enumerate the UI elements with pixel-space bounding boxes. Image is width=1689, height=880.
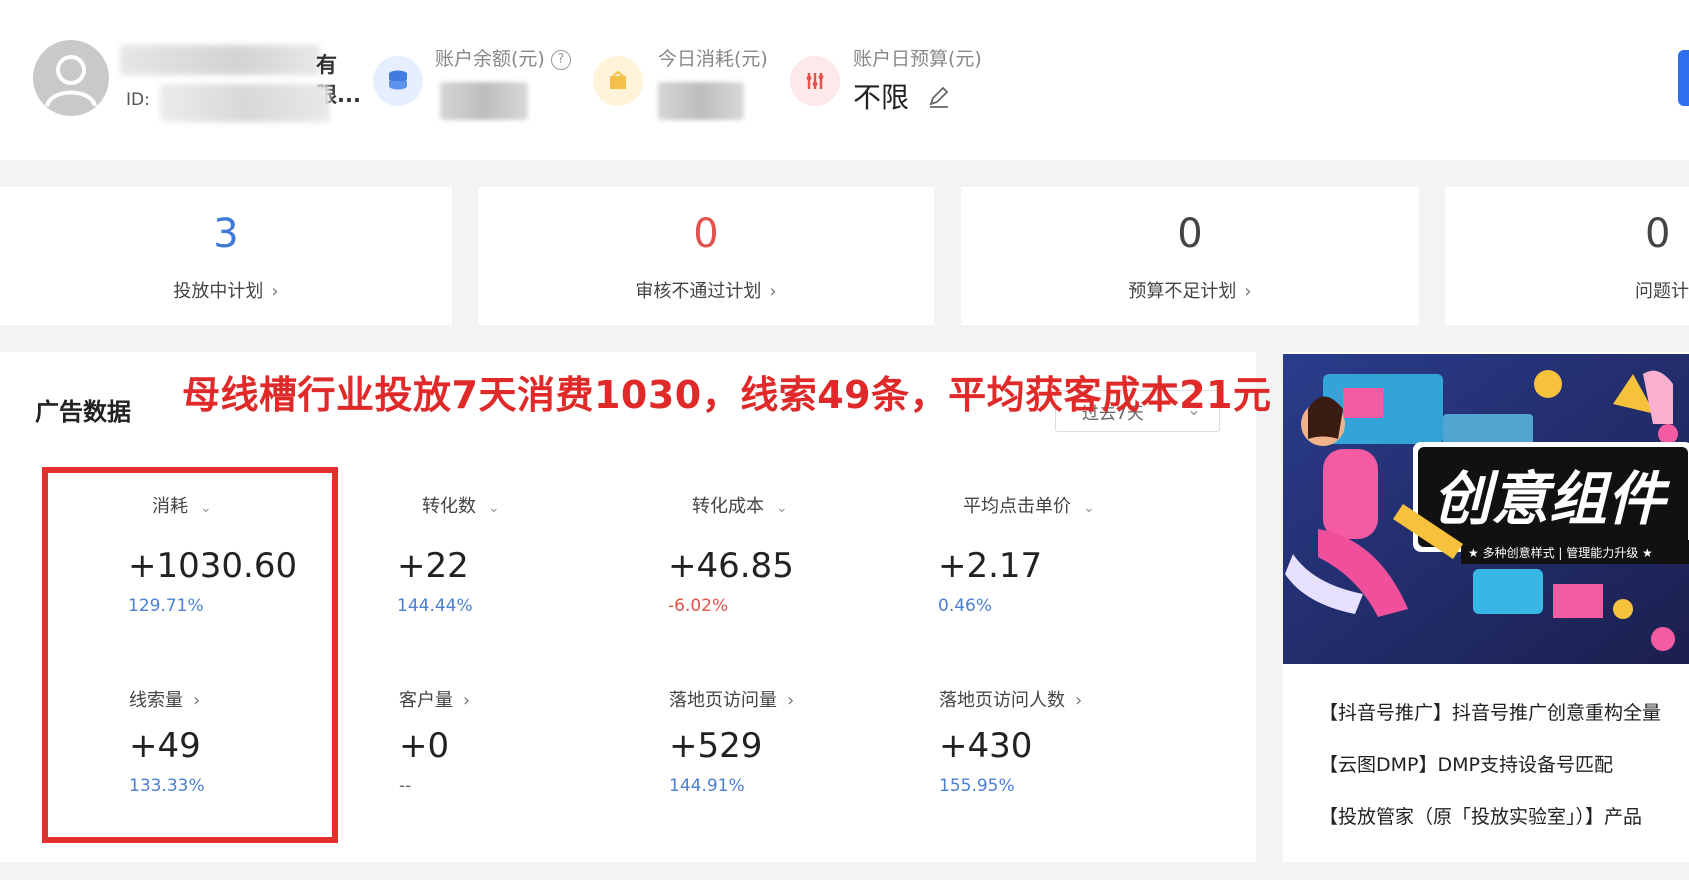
- redacted-today-spend: [658, 82, 744, 120]
- chevron-down-icon[interactable]: ⌄: [488, 500, 500, 516]
- avatar[interactable]: [33, 40, 109, 116]
- summary-label: 审核不通过计划 ›: [635, 281, 777, 302]
- metric-landing-visitors[interactable]: 落地页访问人数 › +430 155.95%: [939, 686, 1082, 796]
- user-avatar-icon: [45, 55, 97, 107]
- metric-change: 155.95%: [939, 776, 1015, 796]
- redacted-balance: [440, 82, 528, 120]
- daily-budget-label: 账户日预算(元): [853, 48, 982, 70]
- annotation-overlay: 母线槽行业投放7天消费1030，线索49条，平均获客成本21元: [182, 373, 1272, 417]
- chevron-right-icon: ›: [769, 281, 777, 302]
- wallet-icon: [593, 56, 643, 106]
- announcement-panel: 创意组件 ★ 多种创意样式 | 管理能力升级 ★ 【抖音号推广】抖音号推广创意重…: [1283, 352, 1689, 862]
- chevron-right-icon: ›: [463, 690, 471, 711]
- metric-avg-cpc-figures: +2.17 0.46%: [938, 532, 1042, 616]
- help-icon[interactable]: ?: [550, 50, 571, 70]
- metric-value: +2.17: [938, 546, 1043, 586]
- news-item[interactable]: 【投放管家（原「投放实验室」）】产品: [1319, 802, 1642, 829]
- account-id-label: ID:: [126, 90, 150, 110]
- metric-conversions-figures: +22 144.44%: [397, 532, 473, 616]
- promo-illustration: 创意组件 ★ 多种创意样式 | 管理能力升级 ★: [1283, 354, 1689, 664]
- summary-count: 0: [1645, 211, 1671, 257]
- metric-conversions[interactable]: 转化数 ⌄: [422, 492, 500, 518]
- metric-avg-cpc[interactable]: 平均点击单价 ⌄: [963, 492, 1095, 518]
- today-spend-label: 今日消耗(元): [658, 48, 768, 70]
- metric-change: 144.91%: [669, 776, 745, 796]
- news-item[interactable]: 【抖音号推广】抖音号推广创意重构全量: [1319, 698, 1661, 725]
- summary-label: 预算不足计划 ›: [1128, 281, 1252, 302]
- metric-change: 144.44%: [397, 596, 473, 616]
- chevron-right-icon: ›: [271, 281, 279, 302]
- summary-card-rejected-plans[interactable]: 0 审核不通过计划 ›: [478, 187, 934, 325]
- metric-landing-visits[interactable]: 落地页访问量 › +529 144.91%: [669, 686, 794, 796]
- panel-title: 广告数据: [35, 398, 131, 426]
- promo-banner[interactable]: 创意组件 ★ 多种创意样式 | 管理能力升级 ★: [1283, 354, 1689, 664]
- budget-icon: [790, 56, 840, 106]
- news-item[interactable]: 【云图DMP】DMP支持设备号匹配: [1319, 750, 1613, 777]
- summary-count: 0: [1177, 211, 1203, 257]
- summary-count: 0: [693, 211, 719, 257]
- database-icon: [373, 56, 423, 106]
- account-name: 有限...: [120, 45, 366, 107]
- highlight-box: [42, 467, 338, 843]
- banner-subtitle-text: ★ 多种创意样式 | 管理能力升级 ★: [1468, 545, 1653, 560]
- account-header: 有限... ID: 账户余额(元)? 今日消耗(元) 账户日预算(元) 不限: [0, 0, 1689, 160]
- ad-data-panel: 广告数据 过去7天 ⌄ 母线槽行业投放7天消费1030，线索49条，平均获客成本…: [0, 352, 1271, 862]
- metric-label: 转化成本 ⌄: [692, 496, 788, 517]
- metric-value: +0: [399, 726, 450, 766]
- metric-label: 转化数 ⌄: [422, 496, 500, 517]
- metric-conversion-cost-figures: +46.85 -6.02%: [668, 532, 794, 616]
- metric-change: 0.46%: [938, 596, 993, 616]
- metric-change: -6.02%: [668, 596, 729, 616]
- chevron-right-icon: ›: [787, 690, 795, 711]
- summary-card-active-plans[interactable]: 3 投放中计划 ›: [0, 187, 452, 325]
- chevron-right-icon: ›: [1075, 690, 1083, 711]
- edit-icon[interactable]: [926, 84, 952, 110]
- metric-label: 落地页访问人数 ›: [939, 690, 1083, 711]
- redacted-id: [160, 84, 330, 122]
- balance-label: 账户余额(元)?: [435, 44, 571, 71]
- summary-label: 投放中计划 ›: [173, 281, 279, 302]
- metric-value: +46.85: [668, 546, 794, 586]
- metric-value: +22: [397, 546, 469, 586]
- chevron-down-icon[interactable]: ⌄: [776, 500, 788, 516]
- redacted-name: [120, 45, 320, 75]
- metric-label: 落地页访问量 ›: [669, 690, 795, 711]
- metric-value: +430: [939, 726, 1033, 766]
- metric-value: +529: [669, 726, 763, 766]
- metric-change: --: [399, 776, 412, 796]
- primary-action-button[interactable]: [1678, 50, 1689, 106]
- metric-customers[interactable]: 客户量 › +0 --: [399, 686, 470, 796]
- daily-budget-value: 不限: [853, 81, 910, 114]
- banner-title-text: 创意组件: [1433, 465, 1671, 533]
- chevron-down-icon[interactable]: ⌄: [1083, 500, 1095, 516]
- chevron-right-icon: ›: [1244, 281, 1252, 302]
- metric-conversion-cost[interactable]: 转化成本 ⌄: [692, 492, 788, 518]
- summary-card-problem-plans[interactable]: 0 问题计: [1445, 187, 1689, 325]
- metric-label: 客户量 ›: [399, 690, 471, 711]
- summary-card-insufficient-budget[interactable]: 0 预算不足计划 ›: [961, 187, 1419, 325]
- summary-label: 问题计: [1635, 281, 1689, 302]
- summary-count: 3: [213, 211, 239, 257]
- metric-label: 平均点击单价 ⌄: [963, 496, 1095, 517]
